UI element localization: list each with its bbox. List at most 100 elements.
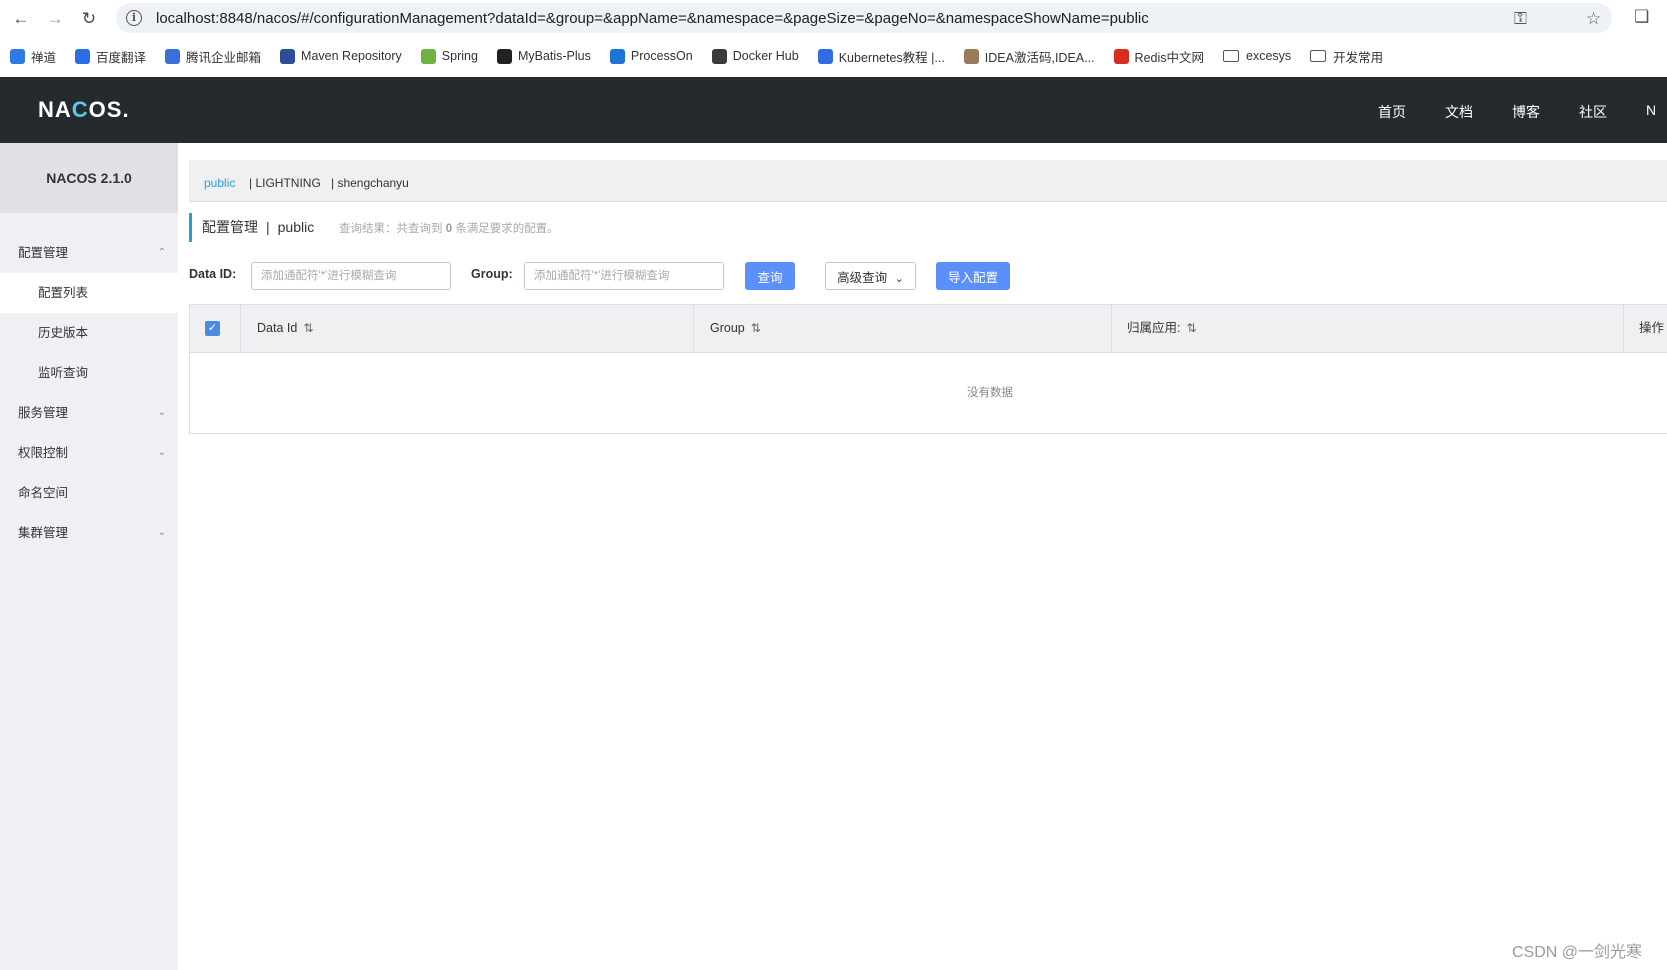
top-navbar: NACOS. 首页 文档 博客 社区 N	[0, 77, 1667, 143]
bookmark-item[interactable]: ProcessOn	[609, 48, 693, 64]
bookmark-label: ProcessOn	[630, 49, 693, 63]
forward-arrow-icon[interactable]: →	[44, 8, 66, 30]
table-header: ✓ Data Id ⇅ Group ⇅ 归属应用: ⇅ 操作	[190, 305, 1667, 353]
bookmark-item[interactable]: Redis中文网	[1113, 47, 1205, 66]
chevron-down-icon: ⌄	[157, 407, 166, 418]
nav-docs[interactable]: 文档	[1445, 102, 1473, 122]
kubernetes-icon	[817, 48, 833, 64]
column-group-label: Group	[710, 321, 745, 335]
bookmark-item[interactable]: Maven Repository	[280, 48, 402, 64]
bookmark-label: Kubernetes教程 |...	[838, 50, 945, 65]
namespace-shengchanyu[interactable]: | shengchanyu	[331, 176, 409, 190]
url-text[interactable]: localhost:8848/nacos/#/configurationMana…	[156, 10, 1149, 27]
nacos-logo[interactable]: NACOS.	[38, 97, 130, 123]
tencent-mail-icon	[165, 48, 181, 64]
bookmark-item[interactable]: 开发常用	[1310, 47, 1383, 66]
bookmark-item[interactable]: 腾讯企业邮箱	[165, 47, 261, 66]
redis-icon	[1113, 48, 1129, 64]
sidebar-item-access-control[interactable]: 权限控制 ⌄	[0, 433, 178, 473]
advanced-query-button[interactable]: 高级查询 ⌄	[825, 262, 916, 290]
bookmark-label: 开发常用	[1333, 50, 1384, 65]
column-dataid[interactable]: Data Id ⇅	[257, 305, 313, 352]
docker-icon	[711, 48, 727, 64]
page-title-text: 配置管理	[202, 219, 258, 235]
column-app-label: 归属应用:	[1127, 321, 1181, 335]
extensions-icon[interactable]: ❏	[1634, 7, 1649, 27]
sidebar-item-config-list[interactable]: 配置列表	[0, 273, 178, 313]
bookmark-item[interactable]: 禅道	[10, 47, 56, 66]
idea-icon	[963, 48, 979, 64]
bookmark-label: IDEA激活码,IDEA...	[984, 50, 1095, 65]
sidebar-item-label: 配置管理	[18, 246, 69, 260]
query-button[interactable]: 查询	[745, 262, 795, 290]
bookmark-item[interactable]: Kubernetes教程 |...	[817, 47, 945, 66]
nav-home[interactable]: 首页	[1378, 102, 1406, 122]
bookmarks-bar: 禅道 百度翻译 腾讯企业邮箱 Maven Repository Spring MyBati…	[0, 38, 1667, 74]
sidebar-item-label: 命名空间	[18, 486, 69, 500]
sort-icon[interactable]: ⇅	[303, 321, 313, 335]
advanced-query-label: 高级查询	[837, 270, 888, 285]
address-bar[interactable]: i localhost:8848/nacos/#/configurationMa…	[116, 3, 1612, 33]
column-actions: 操作	[1639, 321, 1665, 335]
bookmark-item[interactable]: excesys	[1223, 49, 1291, 63]
bookmark-label: 禅道	[31, 50, 57, 65]
sidebar-item-history[interactable]: 历史版本	[0, 313, 178, 353]
sidebar-item-config-management[interactable]: 配置管理 ⌃	[0, 233, 178, 273]
bookmark-item[interactable]: MyBatis-Plus	[496, 48, 591, 64]
chevron-down-icon: ⌄	[157, 447, 166, 458]
bookmark-label: Spring	[441, 49, 478, 63]
zentao-icon	[10, 48, 25, 64]
sidebar-version-title: NACOS 2.1.0	[0, 143, 178, 213]
page-title-namespace: public	[277, 219, 315, 235]
column-app[interactable]: 归属应用: ⇅	[1127, 305, 1197, 352]
sort-icon[interactable]: ⇅	[751, 321, 761, 335]
page-title: 配置管理 | public	[189, 213, 314, 242]
bookmark-item[interactable]: 百度翻译	[75, 47, 146, 66]
bookmark-label: 腾讯企业邮箱	[186, 50, 262, 65]
column-group[interactable]: Group ⇅	[710, 305, 761, 352]
spring-icon	[420, 48, 436, 64]
sidebar-item-label: 配置列表	[38, 286, 89, 300]
folder-icon	[1223, 50, 1240, 62]
dataid-input[interactable]	[251, 262, 451, 290]
bookmark-item[interactable]: Spring	[420, 48, 478, 64]
nav-community[interactable]: 社区	[1579, 102, 1607, 122]
bookmark-star-icon[interactable]: ☆	[1586, 9, 1601, 29]
import-config-button[interactable]: 导入配置	[936, 262, 1010, 290]
dataid-label: Data ID:	[189, 267, 237, 281]
select-all-checkbox[interactable]: ✓	[205, 321, 220, 336]
group-input[interactable]	[524, 262, 724, 290]
bookmark-label: Redis中文网	[1134, 50, 1205, 65]
namespace-public[interactable]: public	[204, 176, 235, 190]
sidebar-item-service-management[interactable]: 服务管理 ⌄	[0, 393, 178, 433]
group-label: Group:	[471, 267, 513, 281]
bookmark-item[interactable]: IDEA激活码,IDEA...	[963, 47, 1095, 66]
config-table: ✓ Data Id ⇅ Group ⇅ 归属应用: ⇅ 操作 没有数据	[189, 304, 1667, 434]
sidebar-item-namespace[interactable]: 命名空间	[0, 473, 178, 513]
sidebar-item-label: 监听查询	[38, 366, 89, 380]
bookmark-label: excesys	[1246, 49, 1292, 63]
nav-blog[interactable]: 博客	[1512, 102, 1540, 122]
bookmark-label: 百度翻译	[96, 50, 147, 65]
nav-more[interactable]: N	[1646, 102, 1656, 118]
query-result-prefix: 查询结果：共查询到	[339, 223, 443, 235]
namespace-lightning[interactable]: | LIGHTNING	[249, 176, 321, 190]
sidebar: NACOS 2.1.0 配置管理 ⌃ 配置列表 历史版本 监听查询 服务管理 ⌄…	[0, 143, 178, 970]
bookmark-label: MyBatis-Plus	[517, 49, 591, 63]
baidu-translate-icon	[75, 48, 91, 64]
reload-icon[interactable]: ↻	[78, 8, 100, 30]
sidebar-item-listener-query[interactable]: 监听查询	[0, 353, 178, 393]
mybatis-icon	[496, 48, 512, 64]
column-dataid-label: Data Id	[257, 321, 298, 335]
site-info-icon[interactable]: i	[126, 10, 142, 26]
password-key-icon[interactable]: ⚿	[1514, 9, 1527, 29]
browser-toolbar: ← → ↻ i localhost:8848/nacos/#/configura…	[0, 0, 1667, 36]
sidebar-item-cluster-management[interactable]: 集群管理 ⌄	[0, 513, 178, 553]
processon-icon	[609, 48, 625, 64]
query-result-suffix: 条满足要求的配置。	[455, 223, 559, 235]
back-arrow-icon[interactable]: ←	[10, 8, 32, 30]
sidebar-item-label: 历史版本	[38, 326, 89, 340]
sort-icon[interactable]: ⇅	[1186, 321, 1196, 335]
bookmark-item[interactable]: Docker Hub	[711, 48, 799, 64]
sidebar-item-label: 权限控制	[18, 446, 69, 460]
